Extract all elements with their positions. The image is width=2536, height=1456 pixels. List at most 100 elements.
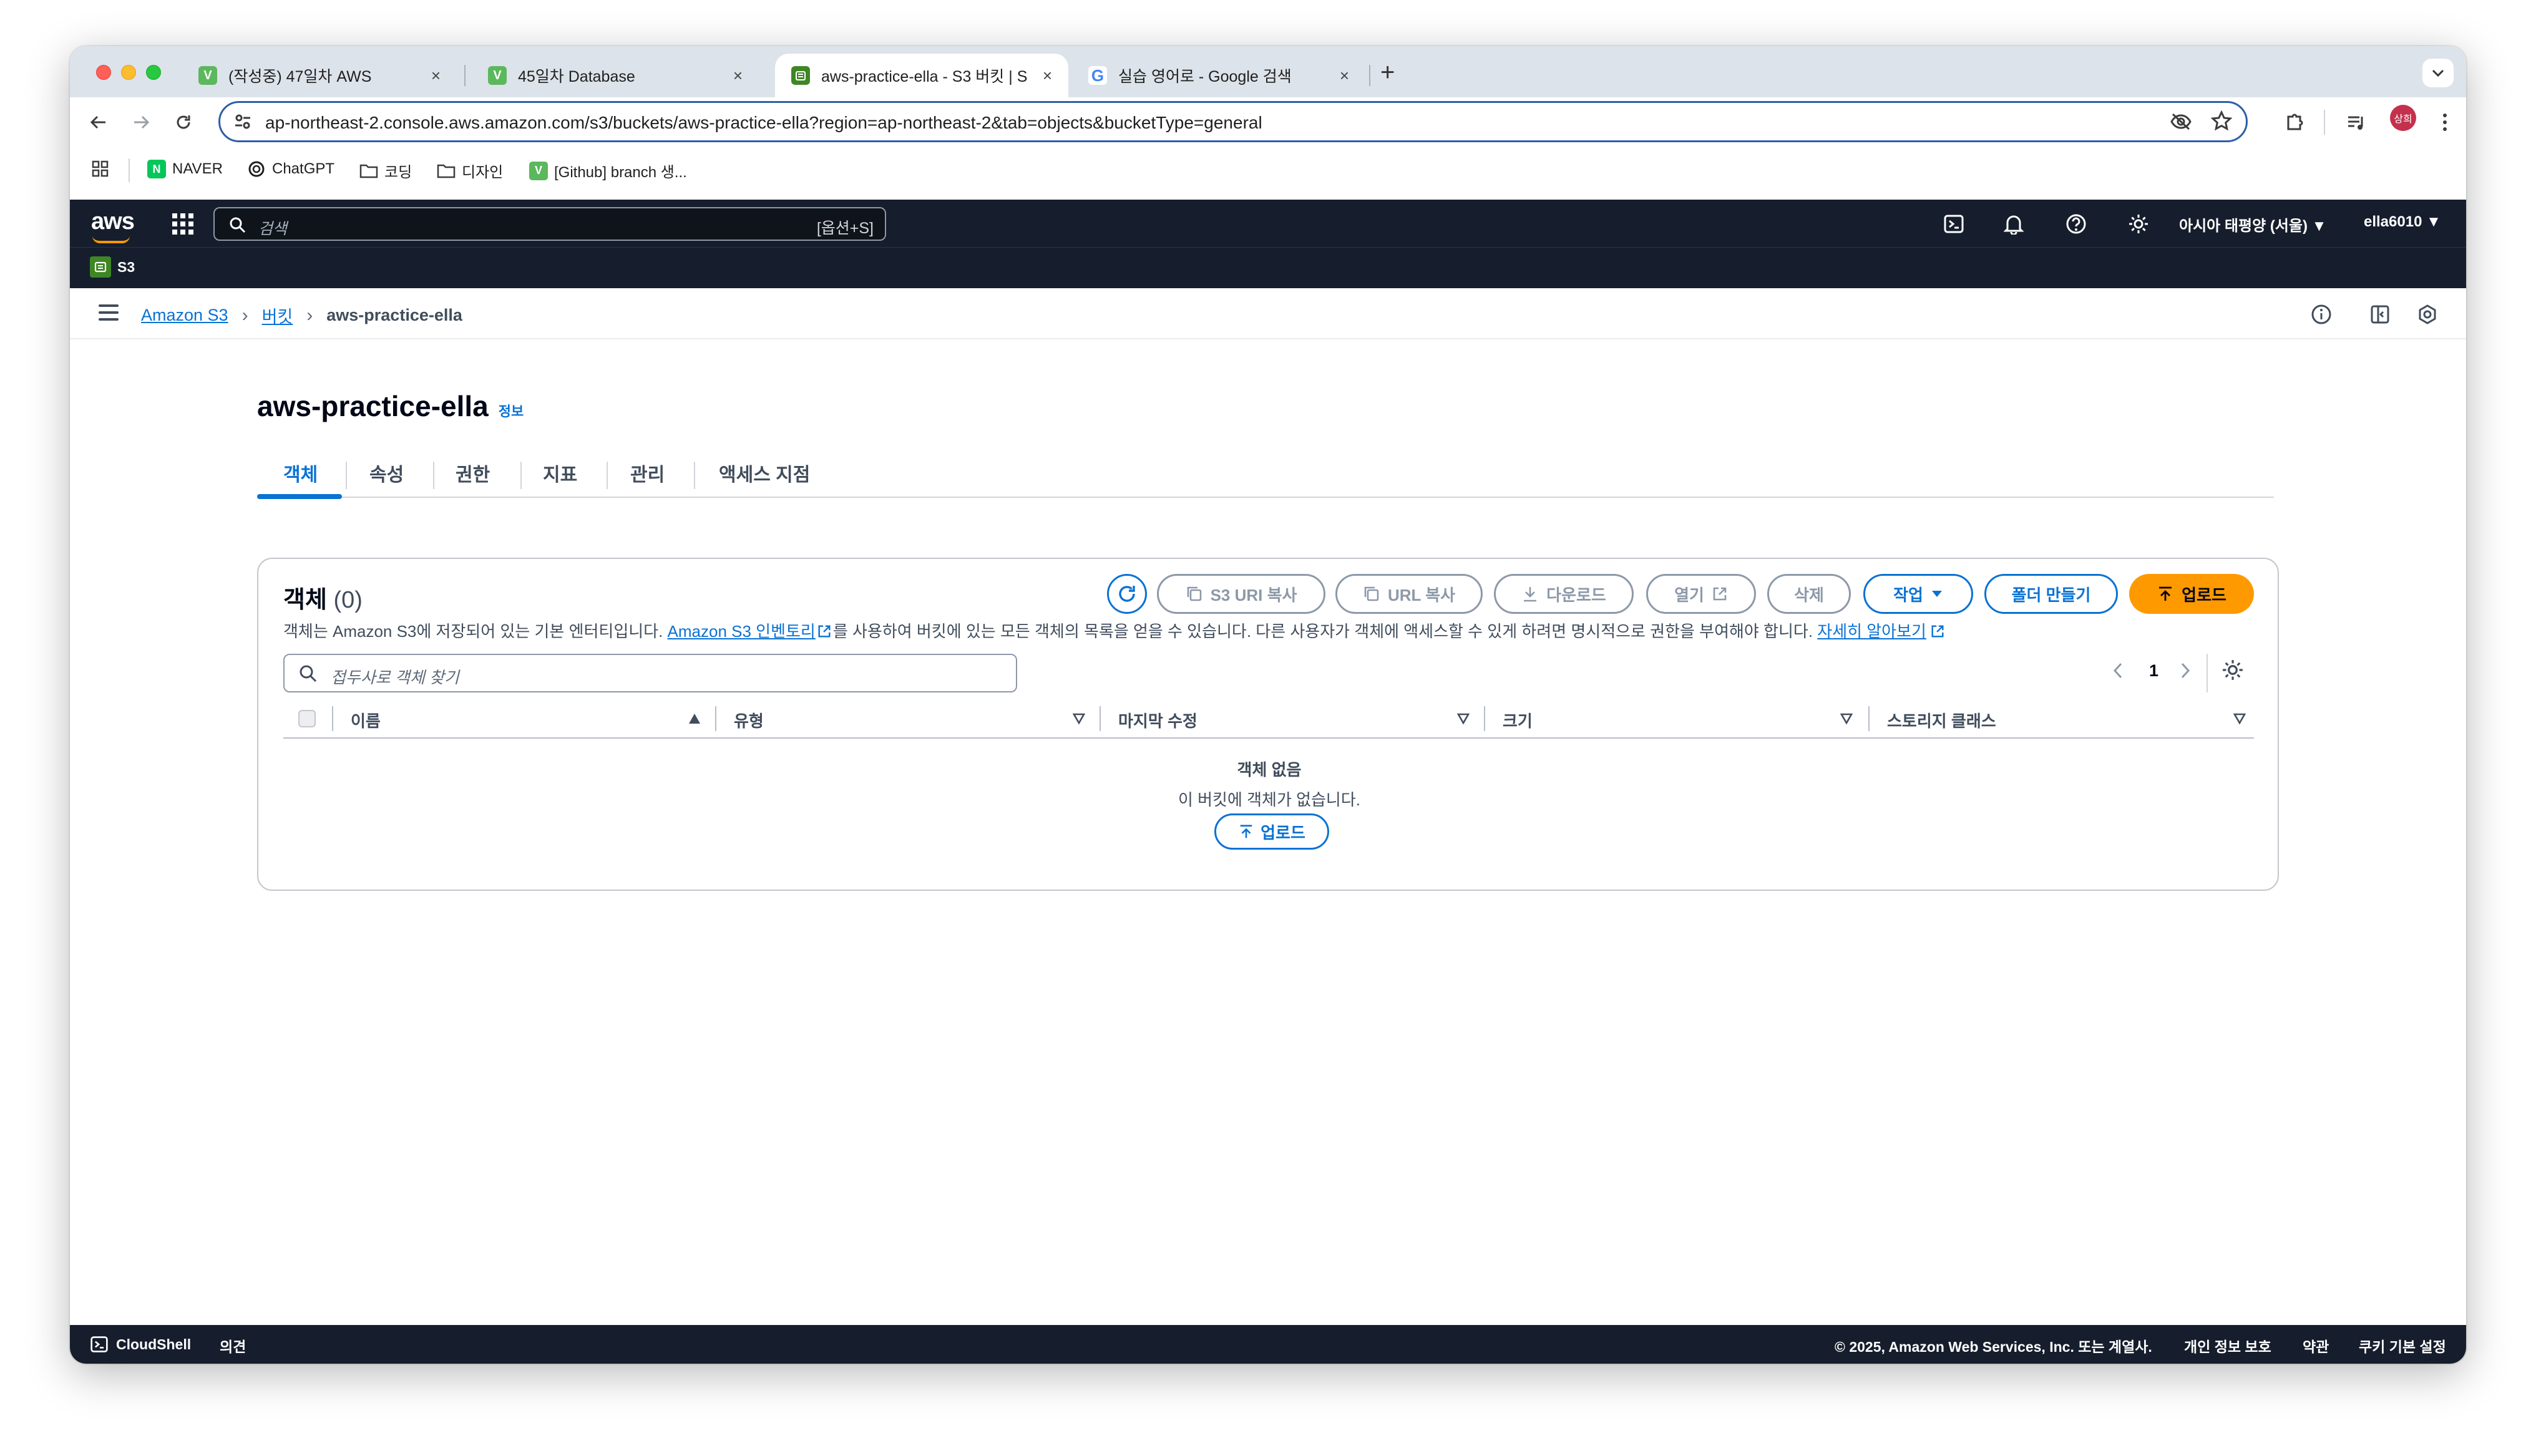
browser-tab-2[interactable]: V 45일차 Database × [472, 54, 759, 97]
refresh-button[interactable] [1107, 574, 1147, 614]
copy-s3-uri-button[interactable]: S3 URI 복사 [1157, 574, 1325, 614]
footer-terms[interactable]: 약관 [2303, 1335, 2329, 1356]
bookmark-github-branch[interactable]: V [Github] branch 생... [529, 160, 687, 182]
tab-properties[interactable]: 속성 [369, 459, 404, 487]
close-icon[interactable]: × [1340, 66, 1349, 85]
info-panel-icon[interactable] [2309, 302, 2334, 327]
column-header-size[interactable]: 크기 [1503, 709, 1533, 732]
download-icon [1521, 585, 1539, 603]
apps-shortcut-icon[interactable] [91, 160, 110, 178]
s3-service-shortcut[interactable]: S3 [90, 256, 135, 278]
pager-divider [2207, 654, 2208, 692]
console-footer: CloudShell 의견 © 2025, Amazon Web Service… [70, 1325, 2466, 1364]
services-menu-icon[interactable] [172, 213, 193, 235]
inventory-link[interactable]: Amazon S3 인벤토리 [668, 622, 816, 641]
google-icon: G [1088, 66, 1107, 85]
tab-divider [520, 462, 522, 489]
tab-management[interactable]: 관리 [630, 459, 665, 487]
browser-tab-3[interactable]: aws-practice-ella - S3 버킷 | S × [775, 54, 1068, 97]
footer-feedback[interactable]: 의견 [220, 1335, 246, 1356]
arrow-left-icon [90, 115, 105, 129]
bookmark-naver[interactable]: N NAVER [147, 160, 223, 178]
tab-strip: V (작성중) 47일차 AWS × V 45일차 Database × aws… [70, 46, 2466, 97]
minimize-window-button[interactable] [121, 65, 136, 80]
back-button[interactable] [86, 110, 111, 135]
forward-button[interactable] [129, 110, 154, 135]
address-bar[interactable]: ap-northeast-2.console.aws.amazon.com/s3… [218, 101, 2248, 142]
browser-tab-4[interactable]: G 실습 영어로 - Google 검색 × [1072, 54, 1365, 97]
aws-search-input[interactable]: 검색 [옵션+S] [213, 207, 886, 241]
eye-off-icon[interactable] [2170, 112, 2192, 135]
sort-icon[interactable] [1456, 712, 1470, 725]
tab-access-points[interactable]: 액세스 지점 [719, 459, 810, 487]
create-folder-button[interactable]: 폴더 만들기 [1984, 574, 2118, 614]
upload-button[interactable]: 업로드 [2129, 574, 2254, 614]
reload-button[interactable] [171, 110, 196, 135]
breadcrumb-buckets[interactable]: 버킷 [262, 303, 293, 328]
column-header-name[interactable]: 이름 [351, 709, 381, 732]
actions-dropdown[interactable]: 작업 [1863, 574, 1973, 614]
settings-panel-icon[interactable] [2415, 302, 2440, 327]
bookmark-design-folder[interactable]: 디자인 [437, 160, 503, 182]
copy-url-button[interactable]: URL 복사 [1335, 574, 1483, 614]
column-divider [1100, 706, 1101, 731]
footer-privacy[interactable]: 개인 정보 보호 [2184, 1335, 2271, 1356]
column-divider [715, 706, 716, 731]
new-tab-button[interactable]: + [1380, 59, 1395, 87]
sort-icon[interactable] [2233, 712, 2246, 725]
help-icon[interactable] [2064, 212, 2088, 236]
folder-icon [359, 162, 378, 180]
current-page[interactable]: 1 [2149, 661, 2158, 681]
sort-icon[interactable] [1072, 712, 1086, 725]
cloudshell-icon[interactable] [1942, 212, 1966, 236]
learn-more-link[interactable]: 자세히 알아보기 [1817, 622, 1926, 641]
bell-icon[interactable] [2002, 212, 2026, 236]
close-icon[interactable]: × [733, 66, 743, 85]
footer-cookie-preferences[interactable]: 쿠키 기본 설정 [2359, 1335, 2446, 1356]
account-menu[interactable]: ella6010 ▼ [2364, 213, 2441, 231]
region-selector[interactable]: 아시아 태평양 (서울) ▼ [2179, 213, 2326, 235]
open-button[interactable]: 열기 [1646, 574, 1756, 614]
gear-icon[interactable] [2127, 212, 2150, 236]
object-prefix-search[interactable]: 접두사로 객체 찾기 [283, 654, 1017, 692]
aws-logo[interactable]: aws [91, 208, 135, 243]
external-link-icon [1930, 624, 1945, 643]
close-icon[interactable]: × [1043, 66, 1052, 85]
tab-search-button[interactable] [2422, 59, 2454, 87]
arrow-right-icon [134, 115, 150, 129]
prev-page-button[interactable] [2112, 661, 2124, 684]
column-header-type[interactable]: 유형 [734, 709, 764, 732]
select-all-checkbox[interactable] [298, 710, 316, 727]
delete-button[interactable]: 삭제 [1767, 574, 1851, 614]
extensions-icon[interactable] [2281, 110, 2306, 135]
tab-objects[interactable]: 객체 [283, 459, 318, 487]
sort-ascending-icon[interactable] [688, 712, 701, 725]
bookmark-coding-folder[interactable]: 코딩 [359, 160, 412, 182]
maximize-window-button[interactable] [146, 65, 161, 80]
info-link[interactable]: 정보 [499, 400, 524, 420]
side-panel-icon[interactable] [2368, 302, 2392, 327]
site-settings-icon[interactable] [233, 112, 253, 135]
sort-icon[interactable] [1840, 712, 1853, 725]
star-bookmark-icon[interactable] [2210, 110, 2233, 135]
table-preferences-button[interactable] [2221, 659, 2244, 686]
download-button[interactable]: 다운로드 [1494, 574, 1634, 614]
menu-icon[interactable] [99, 304, 119, 321]
naver-icon: N [147, 160, 166, 178]
close-window-button[interactable] [96, 65, 111, 80]
footer-cloudshell[interactable]: CloudShell [90, 1335, 191, 1354]
more-menu-icon[interactable] [2432, 110, 2457, 135]
page-title: aws-practice-ella [257, 390, 489, 422]
bookmark-chatgpt[interactable]: ChatGPT [247, 160, 334, 178]
breadcrumb-amazon-s3[interactable]: Amazon S3 [141, 306, 228, 325]
column-header-storage-class[interactable]: 스토리지 클래스 [1887, 709, 1996, 732]
column-header-last-modified[interactable]: 마지막 수정 [1118, 709, 1197, 732]
empty-state-upload-button[interactable]: 업로드 [1214, 813, 1329, 850]
close-icon[interactable]: × [431, 66, 441, 85]
profile-avatar[interactable]: 상희 [2390, 105, 2416, 131]
tab-metrics[interactable]: 지표 [543, 459, 577, 487]
next-page-button[interactable] [2179, 661, 2192, 684]
browser-tab-1[interactable]: V (작성중) 47일차 AWS × [182, 54, 457, 97]
media-control-icon[interactable] [2344, 110, 2369, 135]
tab-permissions[interactable]: 권한 [456, 459, 490, 487]
